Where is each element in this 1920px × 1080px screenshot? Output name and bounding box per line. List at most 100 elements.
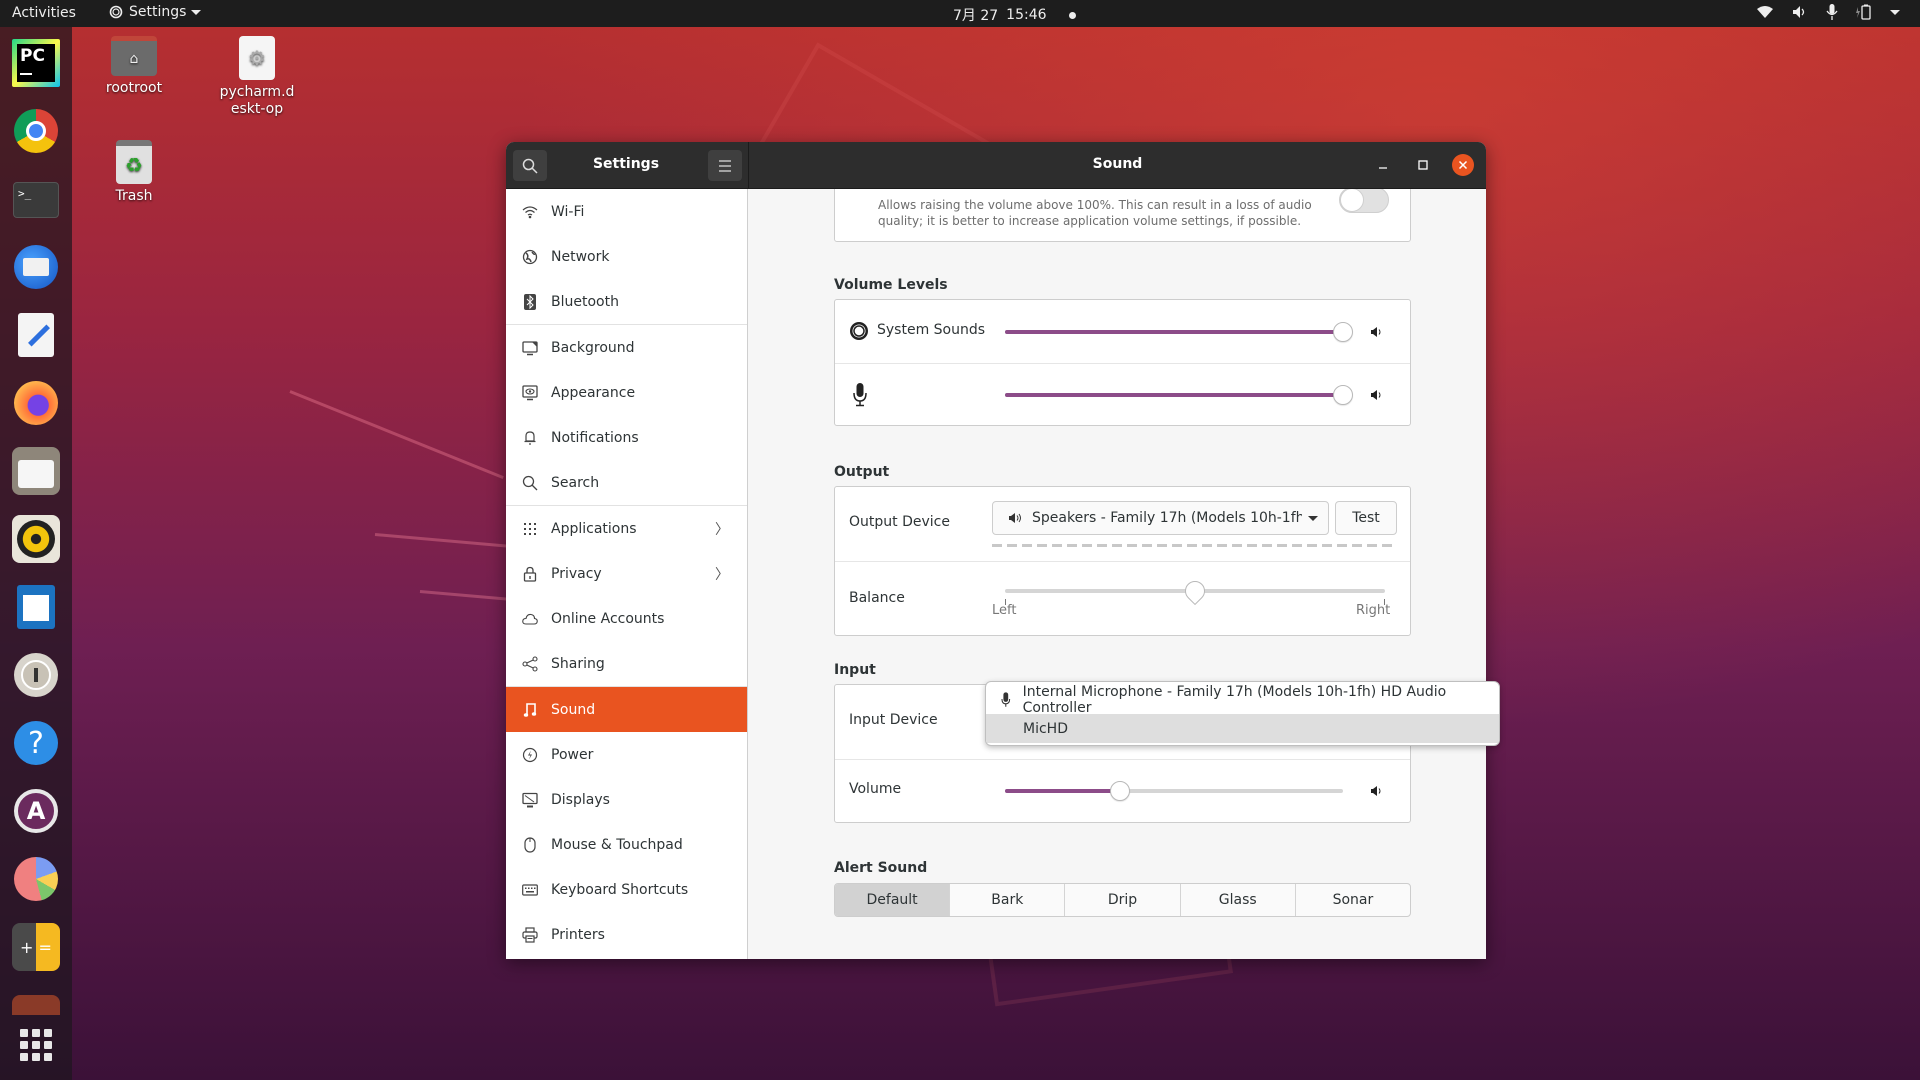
dock-files[interactable] <box>12 447 60 495</box>
gear-icon <box>109 5 123 19</box>
input-device-option[interactable]: MicHD <box>986 714 1499 743</box>
sidebar-item-sharing[interactable]: Sharing <box>506 641 747 686</box>
dock-text-editor[interactable] <box>12 311 60 359</box>
dock-terminal[interactable]: >_ <box>13 182 59 218</box>
alert-sound-title: Alert Sound <box>834 860 928 876</box>
speaker-icon[interactable] <box>1370 389 1384 401</box>
system-sounds-icon <box>850 322 868 340</box>
dock-thunderbird[interactable] <box>12 243 60 291</box>
show-applications-button[interactable] <box>20 1029 52 1061</box>
system-sounds-slider[interactable] <box>1005 322 1353 342</box>
level-segment <box>1292 544 1302 547</box>
dock-calculator[interactable]: + = <box>12 923 60 971</box>
test-button[interactable]: Test <box>1335 501 1397 535</box>
sidebar-item-displays[interactable]: Displays <box>506 777 747 822</box>
dock-firefox[interactable] <box>12 379 60 427</box>
dock-libreoffice-writer[interactable] <box>12 583 60 631</box>
dock-disk-usage[interactable] <box>12 855 60 903</box>
activities-button[interactable]: Activities <box>12 5 76 21</box>
level-segment <box>1037 544 1047 547</box>
sidebar-item-label: Power <box>551 746 594 763</box>
clock[interactable]: 7月 27 15:46 <box>953 5 1076 25</box>
output-device-label: Output Device <box>849 514 950 530</box>
slider-knob[interactable] <box>1333 385 1353 405</box>
system-tray[interactable] <box>1756 4 1900 20</box>
power-icon <box>520 745 540 765</box>
desktop-icon-pycharm[interactable]: ⚙ pycharm.deskt-op <box>202 36 312 118</box>
dock-ubuntu-software[interactable]: A <box>12 787 60 835</box>
wallpaper-line <box>289 390 504 480</box>
sidebar-item-appearance[interactable]: Appearance <box>506 370 747 415</box>
clock-date: 7月 27 <box>953 8 999 24</box>
ubuntu-software-icon: A <box>14 789 58 833</box>
input-device-option[interactable]: Internal Microphone - Family 17h (Models… <box>986 684 1499 716</box>
mouse-icon <box>520 835 540 855</box>
sidebar-item-bluetooth[interactable]: Bluetooth <box>506 279 747 324</box>
dock-pycharm[interactable]: PC <box>12 39 60 87</box>
sidebar-item-power[interactable]: Power <box>506 732 747 777</box>
level-segment <box>992 544 1002 547</box>
alert-option-sonar[interactable]: Sonar <box>1296 884 1410 916</box>
slider-knob[interactable] <box>1109 781 1130 801</box>
level-segment <box>1307 544 1317 547</box>
thunderbird-icon <box>14 245 58 289</box>
level-segment <box>1127 544 1137 547</box>
input-volume-slider[interactable] <box>1005 781 1343 801</box>
level-segment <box>1277 544 1287 547</box>
sidebar-item-label: Wi-Fi <box>551 203 585 220</box>
clock-time: 15:46 <box>1006 7 1047 23</box>
sidebar-item-search[interactable]: Search <box>506 460 747 505</box>
dock-chrome[interactable] <box>12 107 60 155</box>
sidebar-item-wifi[interactable]: Wi-Fi <box>506 189 747 234</box>
terminal-icon: >_ <box>18 187 32 200</box>
desktop-icon-home[interactable]: ⌂ rootroot <box>79 36 189 96</box>
sidebar-item-notifications[interactable]: Notifications <box>506 415 747 460</box>
desktop-icon-trash[interactable]: ♻ Trash <box>79 140 189 204</box>
help-icon: ? <box>14 721 58 765</box>
microphone-stream-slider[interactable] <box>1005 385 1353 405</box>
header-bar: Settings Sound <box>506 142 1486 189</box>
alert-option-glass[interactable]: Glass <box>1181 884 1296 916</box>
switch-knob <box>1340 189 1364 212</box>
dock-rhythmbox[interactable] <box>12 515 60 563</box>
input-device-label: Input Device <box>849 712 938 728</box>
level-segment <box>1052 544 1062 547</box>
maximize-button[interactable] <box>1412 154 1434 176</box>
sidebar-item-sound[interactable]: Sound <box>506 687 747 732</box>
speaker-icon[interactable] <box>1370 785 1384 797</box>
speaker-icon[interactable] <box>1370 326 1384 338</box>
sidebar-item-background[interactable]: Background <box>506 325 747 370</box>
minimize-button[interactable] <box>1372 154 1394 176</box>
balance-slider[interactable] <box>1005 576 1385 606</box>
sidebar-item-online-accounts[interactable]: Online Accounts <box>506 596 747 641</box>
input-volume-label: Volume <box>849 781 902 797</box>
balance-knob[interactable] <box>1180 576 1210 606</box>
main-menu-button[interactable] <box>708 150 742 181</box>
app-menu[interactable]: Settings <box>108 4 202 20</box>
bluetooth-icon <box>520 292 540 312</box>
sidebar-item-label: Privacy <box>551 565 602 582</box>
dock-passwords[interactable] <box>12 651 60 699</box>
output-device-dropdown[interactable]: Speakers - Family 17h (Models 10h-1fh... <box>992 501 1329 535</box>
alert-option-default[interactable]: Default <box>835 884 951 916</box>
sidebar-item-mouse-touchpad[interactable]: Mouse & Touchpad <box>506 822 747 867</box>
sidebar-item-printers[interactable]: Printers <box>506 912 747 957</box>
microphone-icon <box>1826 4 1838 20</box>
alert-option-drip[interactable]: Drip <box>1065 884 1181 916</box>
writer-icon <box>17 585 55 629</box>
sidebar-item-network[interactable]: Network <box>506 234 747 279</box>
level-segment <box>1337 544 1347 547</box>
alert-option-bark[interactable]: Bark <box>950 884 1066 916</box>
chevron-down-icon <box>191 9 202 15</box>
slider-knob[interactable] <box>1333 322 1353 342</box>
level-segment <box>1247 544 1257 547</box>
sidebar-item-privacy[interactable]: Privacy 〉 <box>506 551 747 596</box>
dock-software-updater[interactable] <box>12 995 60 1015</box>
sound-panel: Allows raising the volume above 100%. Th… <box>749 189 1486 959</box>
disk-usage-icon <box>14 857 58 901</box>
close-button[interactable] <box>1452 154 1474 176</box>
dock-help[interactable]: ? <box>12 719 60 767</box>
sidebar-item-applications[interactable]: Applications 〉 <box>506 506 747 551</box>
over-amplification-switch[interactable] <box>1339 189 1389 213</box>
sidebar-item-keyboard-shortcuts[interactable]: Keyboard Shortcuts <box>506 867 747 912</box>
